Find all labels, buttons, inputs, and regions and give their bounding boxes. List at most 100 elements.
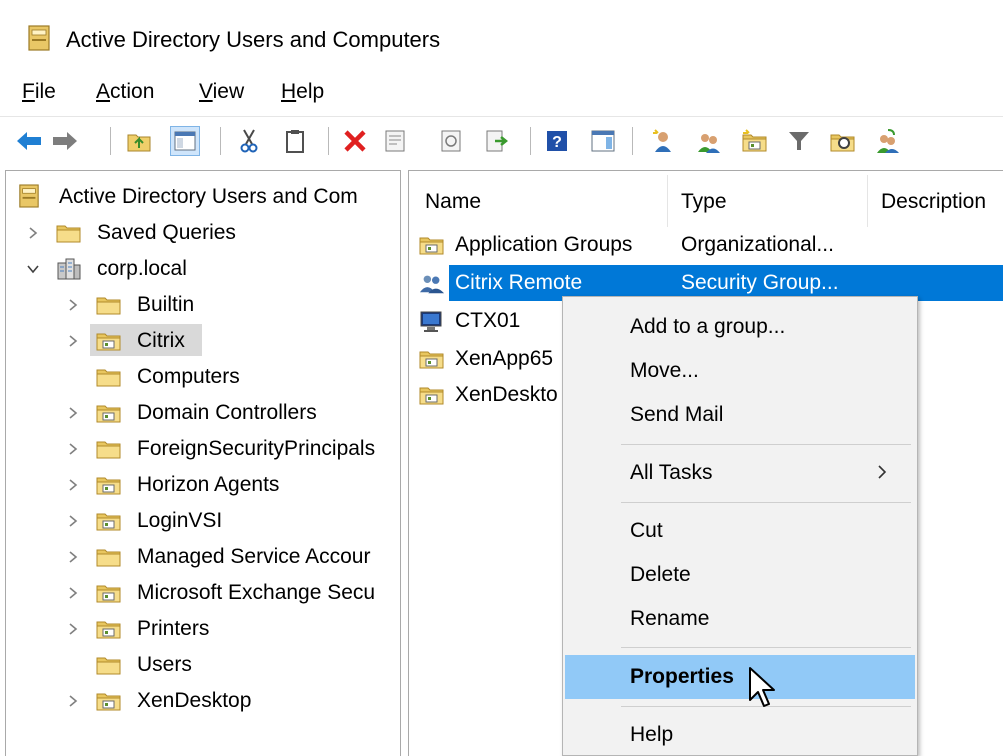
ou-folder-icon [96, 690, 122, 712]
ou-folder-icon [96, 330, 122, 352]
ou-folder-icon [96, 510, 122, 532]
tree-item-foreign-security-principals[interactable]: ForeignSecurityPrincipals [6, 432, 400, 466]
tree-item-domain-controllers[interactable]: Domain Controllers [6, 396, 400, 430]
tree-item-printers[interactable]: Printers [6, 612, 400, 646]
chevron-right-icon[interactable] [66, 514, 80, 528]
tree-item-computers[interactable]: Computers [6, 360, 400, 394]
menu-bar: File Action View Help [0, 74, 1003, 112]
menu-view[interactable]: View [199, 79, 244, 105]
console-tree-pane[interactable]: Active Directory Users and Com Saved Que… [5, 170, 401, 756]
app-window: Active Directory Users and Computers Fil… [0, 0, 1003, 756]
back-arrow-icon [17, 132, 41, 150]
chevron-right-icon[interactable] [66, 586, 80, 600]
menu-help[interactable]: Help [281, 79, 324, 105]
column-header-name[interactable]: Name [425, 189, 481, 215]
up-one-level-button[interactable] [124, 126, 154, 156]
folder-icon [96, 546, 122, 568]
chevron-right-icon[interactable] [66, 550, 80, 564]
list-cell-name: CTX01 [455, 309, 521, 332]
tree-item-label: XenDesktop [137, 689, 252, 712]
column-divider[interactable] [667, 175, 668, 227]
new-ou-button[interactable] [740, 126, 770, 156]
folder-icon [96, 366, 122, 388]
ad-users-computers-icon [19, 184, 39, 208]
menu-item-label: Send Mail [630, 403, 724, 426]
folder-icon [96, 654, 122, 676]
tree-item-users[interactable]: Users [6, 648, 400, 682]
toolbar-separator [530, 127, 531, 155]
chevron-right-icon[interactable] [66, 442, 80, 456]
delete-button[interactable] [340, 126, 370, 156]
export-list-button[interactable] [482, 126, 512, 156]
menu-item-help[interactable]: Help [565, 713, 915, 756]
chevron-right-icon[interactable] [66, 622, 80, 636]
menu-item-label: Delete [630, 563, 691, 586]
forward-arrow-icon [53, 132, 77, 150]
tree-item-saved-queries[interactable]: Saved Queries [6, 216, 400, 250]
menu-action[interactable]: Action [96, 79, 154, 105]
filter-button[interactable] [784, 126, 814, 156]
submenu-arrow-icon [878, 465, 887, 479]
new-group-button[interactable] [694, 126, 724, 156]
tree-root-item[interactable]: Active Directory Users and Com [6, 181, 400, 215]
column-header-type[interactable]: Type [681, 189, 727, 215]
chevron-right-icon[interactable] [66, 478, 80, 492]
tree-item-microsoft-exchange-security[interactable]: Microsoft Exchange Secu [6, 576, 400, 610]
new-user-icon [653, 129, 671, 152]
ou-folder-icon [96, 402, 122, 424]
menu-separator [621, 502, 911, 503]
properties-button[interactable] [380, 126, 410, 156]
forward-button[interactable] [50, 126, 80, 156]
tree-item-domain[interactable]: corp.local [6, 252, 400, 286]
tree-item-label: corp.local [97, 257, 187, 280]
chevron-right-icon[interactable] [26, 226, 40, 240]
menu-item-move[interactable]: Move... [565, 349, 915, 393]
show-action-pane-button[interactable] [588, 126, 618, 156]
ou-folder-icon [96, 618, 122, 640]
tree-item-horizon-agents[interactable]: Horizon Agents [6, 468, 400, 502]
show-hide-console-tree-button[interactable] [170, 126, 200, 156]
menu-item-add-to-group[interactable]: Add to a group... [565, 305, 915, 349]
tree-root-label: Active Directory Users and Com [59, 185, 358, 208]
column-header-description[interactable]: Description [881, 189, 986, 215]
menu-file[interactable]: File [22, 79, 56, 105]
toolbar-separator [110, 127, 111, 155]
list-row-application-groups[interactable]: Application Groups Organizational... [409, 227, 1003, 263]
column-divider[interactable] [867, 175, 868, 227]
chevron-right-icon[interactable] [66, 298, 80, 312]
computer-icon [420, 311, 442, 332]
chevron-down-icon[interactable] [26, 262, 40, 276]
menu-item-delete[interactable]: Delete [565, 553, 915, 597]
properties-icon [385, 130, 405, 152]
back-button[interactable] [14, 126, 44, 156]
menu-item-label: Properties [630, 665, 734, 688]
copy-button[interactable] [280, 126, 310, 156]
chevron-right-icon[interactable] [66, 406, 80, 420]
ou-folder-icon [96, 474, 122, 496]
tree-item-label: LoginVSI [137, 509, 223, 532]
menu-item-properties[interactable]: Properties [565, 655, 915, 699]
menu-item-rename[interactable]: Rename [565, 597, 915, 641]
help-button[interactable]: ? [542, 126, 572, 156]
tree-item-xendesktop[interactable]: XenDesktop [6, 684, 400, 718]
chevron-right-icon[interactable] [66, 694, 80, 708]
cut-button[interactable] [234, 126, 264, 156]
domain-icon [57, 258, 81, 280]
tree-item-loginvsi[interactable]: LoginVSI [6, 504, 400, 538]
list-cell-name: Application Groups [455, 233, 633, 256]
tree-item-citrix[interactable]: Citrix [6, 324, 400, 358]
refresh-icon [441, 130, 461, 152]
find-button[interactable] [828, 126, 858, 156]
chevron-right-icon[interactable] [66, 334, 80, 348]
tree-item-builtin[interactable]: Builtin [6, 288, 400, 322]
refresh-button[interactable] [436, 126, 466, 156]
find-icon [830, 134, 855, 152]
tree-item-managed-service-accounts[interactable]: Managed Service Accour [6, 540, 400, 574]
menu-item-send-mail[interactable]: Send Mail [565, 393, 915, 437]
new-user-button[interactable] [648, 126, 678, 156]
ad-users-computers-icon [28, 25, 50, 51]
menu-item-cut[interactable]: Cut [565, 509, 915, 553]
folder-icon [56, 222, 82, 244]
add-to-group-button[interactable] [872, 126, 902, 156]
menu-item-all-tasks[interactable]: All Tasks [565, 451, 915, 495]
